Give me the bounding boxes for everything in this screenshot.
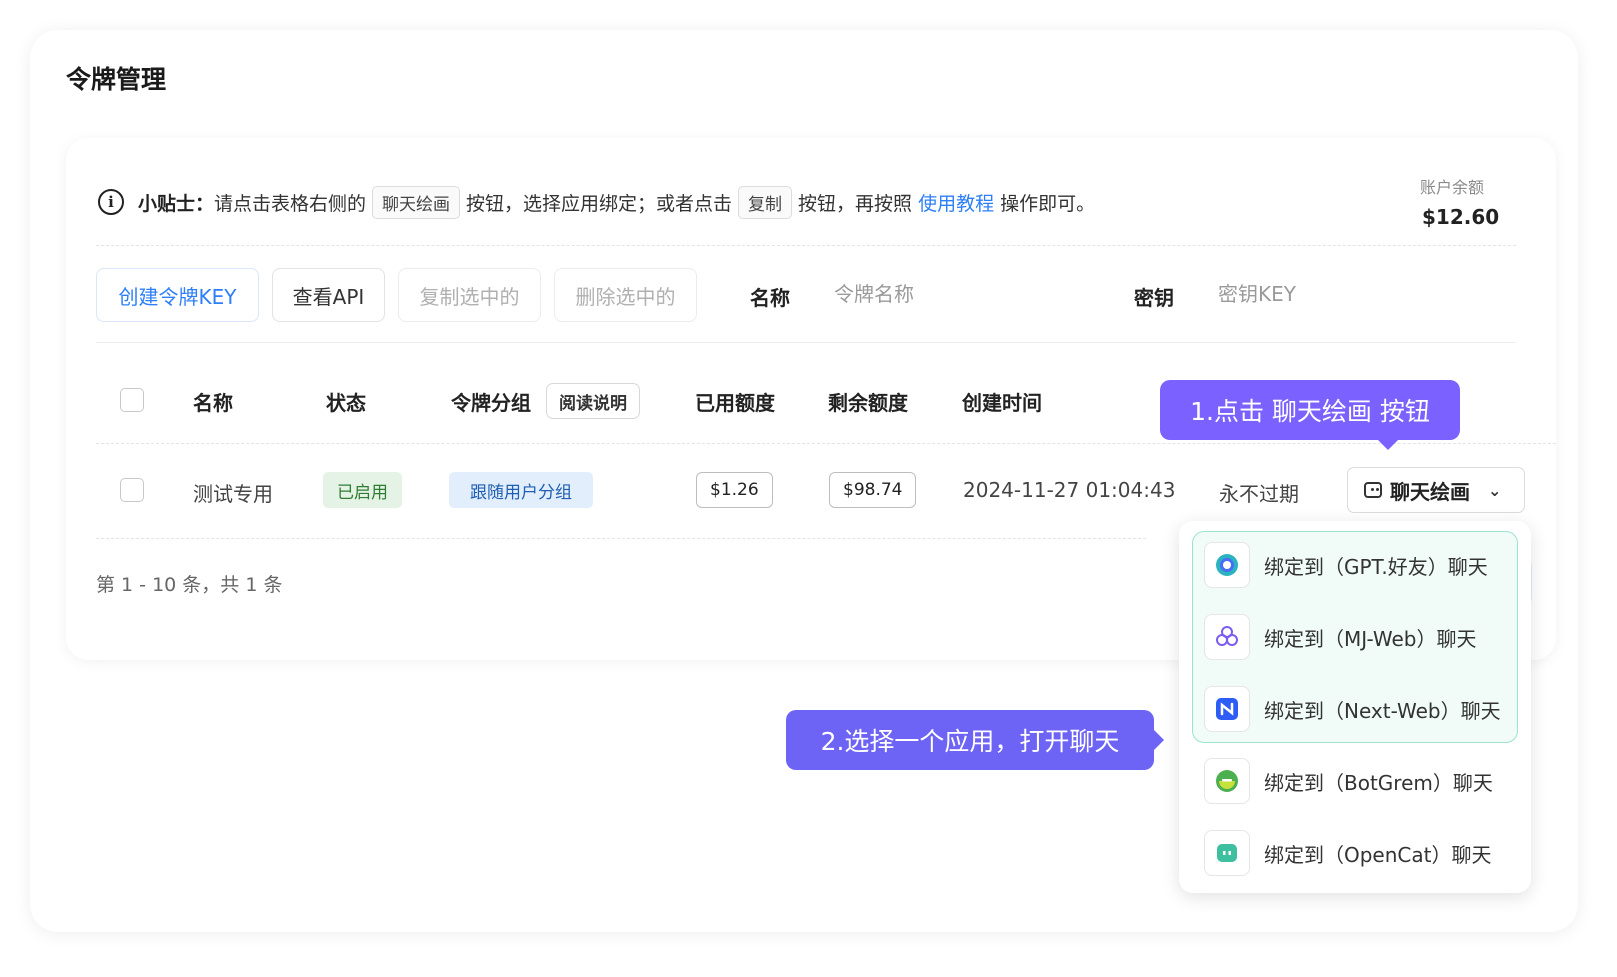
balance-label: 账户余额 xyxy=(1420,178,1485,197)
info-icon: i xyxy=(98,189,124,215)
tip-prefix: 小贴士： xyxy=(138,192,215,215)
copy-selected-button[interactable]: 复制选中的 xyxy=(398,268,541,322)
balance-value: $12.60 xyxy=(1422,205,1500,229)
dropdown-item-botgrem[interactable]: 绑定到（BotGrem）聊天 xyxy=(1204,757,1493,805)
name-filter-label: 名称 xyxy=(750,286,790,310)
group-badge: 跟随用户分组 xyxy=(449,472,593,508)
create-token-button[interactable]: 创建令牌KEY xyxy=(96,268,259,322)
cell-expire: 永不过期 xyxy=(1219,482,1299,506)
tip-banner: i 小贴士： 请点击表格右侧的 聊天绘画 按钮，选择应用绑定；或者点击 复制 按… xyxy=(98,185,1095,219)
cell-remaining: $98.74 xyxy=(829,472,917,508)
key-filter-label: 密钥 xyxy=(1134,286,1174,310)
divider xyxy=(96,443,1556,444)
dropdown-item-label: 绑定到（GPT.好友）聊天 xyxy=(1264,554,1488,579)
tip-text: 按钮，再按照 xyxy=(798,192,913,215)
divider xyxy=(96,538,1146,539)
divider xyxy=(96,245,1516,246)
column-header-created: 创建时间 xyxy=(962,391,1042,415)
pagination-summary: 第 1 - 10 条，共 1 条 xyxy=(96,574,283,596)
key-filter-input[interactable] xyxy=(1218,282,1438,306)
next-web-icon xyxy=(1204,686,1250,732)
chat-icon xyxy=(1364,482,1382,498)
select-all-checkbox[interactable] xyxy=(120,388,144,412)
delete-selected-button[interactable]: 删除选中的 xyxy=(554,268,697,322)
chat-draw-button[interactable]: 聊天绘画 ⌄ xyxy=(1347,467,1525,513)
callout-step-2: 2.选择一个应用，打开聊天 xyxy=(786,710,1164,770)
dropdown-item-label: 绑定到（OpenCat）聊天 xyxy=(1264,842,1492,867)
tip-text: 请点击表格右侧的 xyxy=(214,192,367,215)
view-api-button[interactable]: 查看API xyxy=(272,268,385,322)
column-header-remaining: 剩余额度 xyxy=(828,391,908,415)
gpt-friend-icon xyxy=(1204,542,1250,588)
dropdown-item-mj-web[interactable]: 绑定到（MJ-Web）聊天 xyxy=(1204,613,1476,661)
dropdown-item-label: 绑定到（BotGrem）聊天 xyxy=(1264,770,1493,795)
dropdown-item-label: 绑定到（MJ-Web）聊天 xyxy=(1264,626,1477,651)
mj-web-icon xyxy=(1204,614,1250,660)
tip-text: 操作即可。 xyxy=(1000,192,1096,215)
opencat-icon xyxy=(1204,830,1250,876)
column-header-status: 状态 xyxy=(326,391,366,415)
dropdown-item-gpt-friend[interactable]: 绑定到（GPT.好友）聊天 xyxy=(1204,541,1488,589)
tip-kbd-chat-draw: 聊天绘画 xyxy=(372,185,461,219)
chevron-down-icon: ⌄ xyxy=(1488,480,1502,500)
callout-step-1: 1.点击 聊天绘画 按钮 xyxy=(1160,380,1460,450)
status-badge: 已启用 xyxy=(323,472,402,508)
read-doc-button[interactable]: 阅读说明 xyxy=(546,383,640,419)
row-checkbox[interactable] xyxy=(120,478,144,502)
dropdown-item-opencat[interactable]: 绑定到（OpenCat）聊天 xyxy=(1204,829,1491,877)
page-title: 令牌管理 xyxy=(66,65,167,94)
name-filter-input[interactable] xyxy=(834,282,1054,306)
column-header-name: 名称 xyxy=(193,391,233,415)
column-header-used: 已用额度 xyxy=(695,391,775,415)
cell-created: 2024-11-27 01:04:43 xyxy=(963,478,1176,502)
botgrem-icon xyxy=(1204,758,1250,804)
tip-text: 按钮，选择应用绑定；或者点击 xyxy=(466,192,733,215)
dropdown-item-label: 绑定到（Next-Web）聊天 xyxy=(1264,698,1501,723)
chat-draw-label: 聊天绘画 xyxy=(1390,479,1470,504)
cell-name: 测试专用 xyxy=(193,482,273,506)
tip-kbd-copy: 复制 xyxy=(738,185,793,219)
cell-used: $1.26 xyxy=(696,472,773,508)
divider xyxy=(96,342,1516,343)
dropdown-item-next-web[interactable]: 绑定到（Next-Web）聊天 xyxy=(1204,685,1501,733)
tutorial-link[interactable]: 使用教程 xyxy=(918,189,994,216)
column-header-group: 令牌分组 xyxy=(451,391,531,415)
